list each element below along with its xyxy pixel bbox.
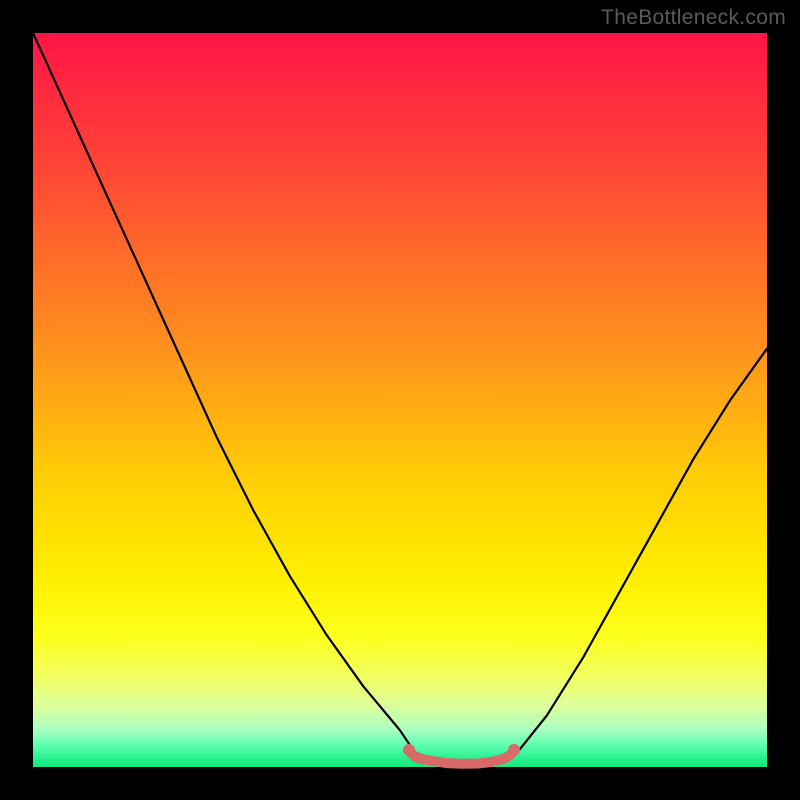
highlight-end-left: [403, 744, 415, 756]
watermark-text: TheBottleneck.com: [601, 6, 786, 30]
curve-svg: [33, 33, 767, 767]
minimum-highlight: [409, 750, 514, 764]
bottleneck-curve-line: [33, 33, 767, 763]
plot-area: [33, 33, 767, 767]
highlight-end-right: [508, 744, 520, 756]
chart-frame: TheBottleneck.com: [0, 0, 800, 800]
